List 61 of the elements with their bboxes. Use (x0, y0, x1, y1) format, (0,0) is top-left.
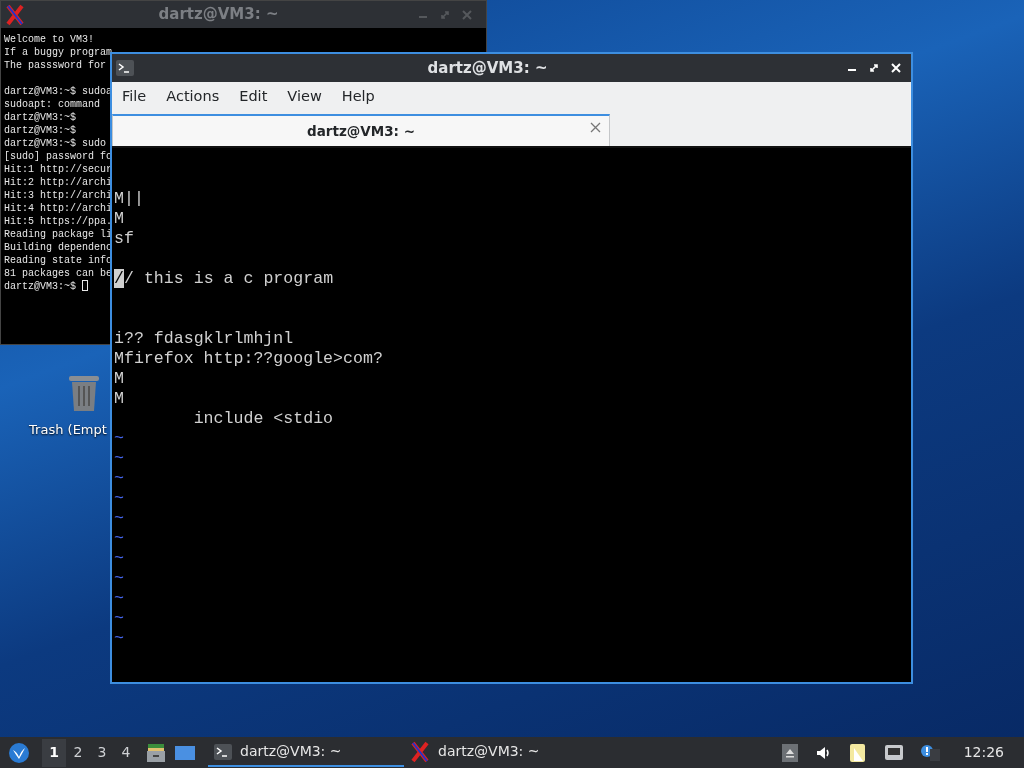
terminal-line: dartz@VM3:~$ (4, 125, 76, 136)
notification-icon[interactable] (919, 743, 940, 762)
tab-close-button[interactable] (590, 122, 601, 133)
tilde-marker: ~ (114, 529, 124, 548)
terminal-line: dartz@VM3:~$ sudo (4, 138, 107, 149)
terminal-line: Reading package li (4, 229, 113, 240)
tilde-marker: ~ (114, 509, 124, 528)
x-logo-icon[interactable] (5, 3, 25, 26)
workspace-button[interactable]: 1 (42, 738, 66, 767)
menu-item[interactable]: Edit (229, 85, 278, 108)
tilde-marker: ~ (114, 629, 124, 648)
tilde-marker: ~ (114, 429, 124, 448)
terminal-line: dartz@VM3:~$ (4, 112, 76, 123)
terminal-line: include <stdio (192, 409, 334, 428)
terminal-line: The passsword for (4, 60, 107, 71)
terminal-line: i?? fdasgklrlmhjnl (114, 329, 294, 348)
terminal-line: Mfirefox http:??google>com? (114, 349, 383, 368)
tilde-marker: ~ (114, 469, 124, 488)
terminal-line: dartz@VM3:~$ (4, 281, 76, 292)
menu-item[interactable]: Help (331, 85, 385, 108)
terminal-line: M (114, 209, 124, 228)
window-title: dartz@VM3: ~ (158, 5, 279, 24)
terminal-line: Hit:5 https://ppa. (4, 216, 113, 227)
clock: 12:26 (963, 743, 1004, 762)
x-logo-icon (410, 740, 430, 763)
terminal-icon (214, 743, 232, 760)
tilde-marker: ~ (114, 489, 124, 508)
terminal-line: Building dependenc (4, 242, 113, 253)
terminal-line: sf (114, 229, 134, 248)
workspace-button[interactable]: 2 (66, 738, 90, 767)
terminal-line: // this is a c program (114, 269, 334, 288)
tilde-marker: ~ (114, 569, 124, 588)
tilde-marker: ~ (114, 609, 124, 628)
terminal-line: Welcome to VM3! (4, 34, 94, 45)
clipboard-icon[interactable] (847, 741, 868, 764)
maximize-icon[interactable] (868, 62, 880, 74)
terminal-line: M|| (114, 189, 144, 208)
terminal-line: If a buggy program (4, 47, 113, 58)
taskbar-button[interactable]: dartz@VM3: ~ (208, 738, 404, 767)
taskbar-button[interactable]: dartz@VM3: ~ (404, 738, 600, 767)
terminal-line: Hit:3 http://archi (4, 190, 113, 201)
menu-item[interactable]: Actions (156, 85, 230, 108)
terminal-icon[interactable] (116, 60, 134, 76)
workspace-button[interactable]: 3 (90, 738, 114, 767)
tilde-marker: ~ (114, 449, 124, 468)
menu-item[interactable]: View (277, 85, 332, 108)
tilde-marker: ~ (114, 589, 124, 608)
terminal-line: Hit:4 http://archi (4, 203, 113, 214)
tilde-marker: ~ (114, 549, 124, 568)
terminal-line: Hit:1 http://secur (4, 164, 113, 175)
workspace-button[interactable]: 4 (114, 738, 138, 767)
window-title: dartz@VM3: ~ (427, 58, 548, 77)
tab[interactable]: dartz@VM3: ~ (112, 114, 610, 146)
terminal-line: Hit:2 http://archi (4, 177, 113, 188)
network-icon[interactable] (883, 743, 904, 762)
terminal-line: sudoapt: command (4, 99, 100, 110)
terminal-line: M (114, 389, 124, 408)
eject-icon[interactable] (781, 743, 798, 762)
terminal-line: M (114, 369, 124, 388)
icon-label[interactable]: Trash (Empt (29, 420, 107, 440)
menu-item[interactable]: File (112, 85, 157, 108)
